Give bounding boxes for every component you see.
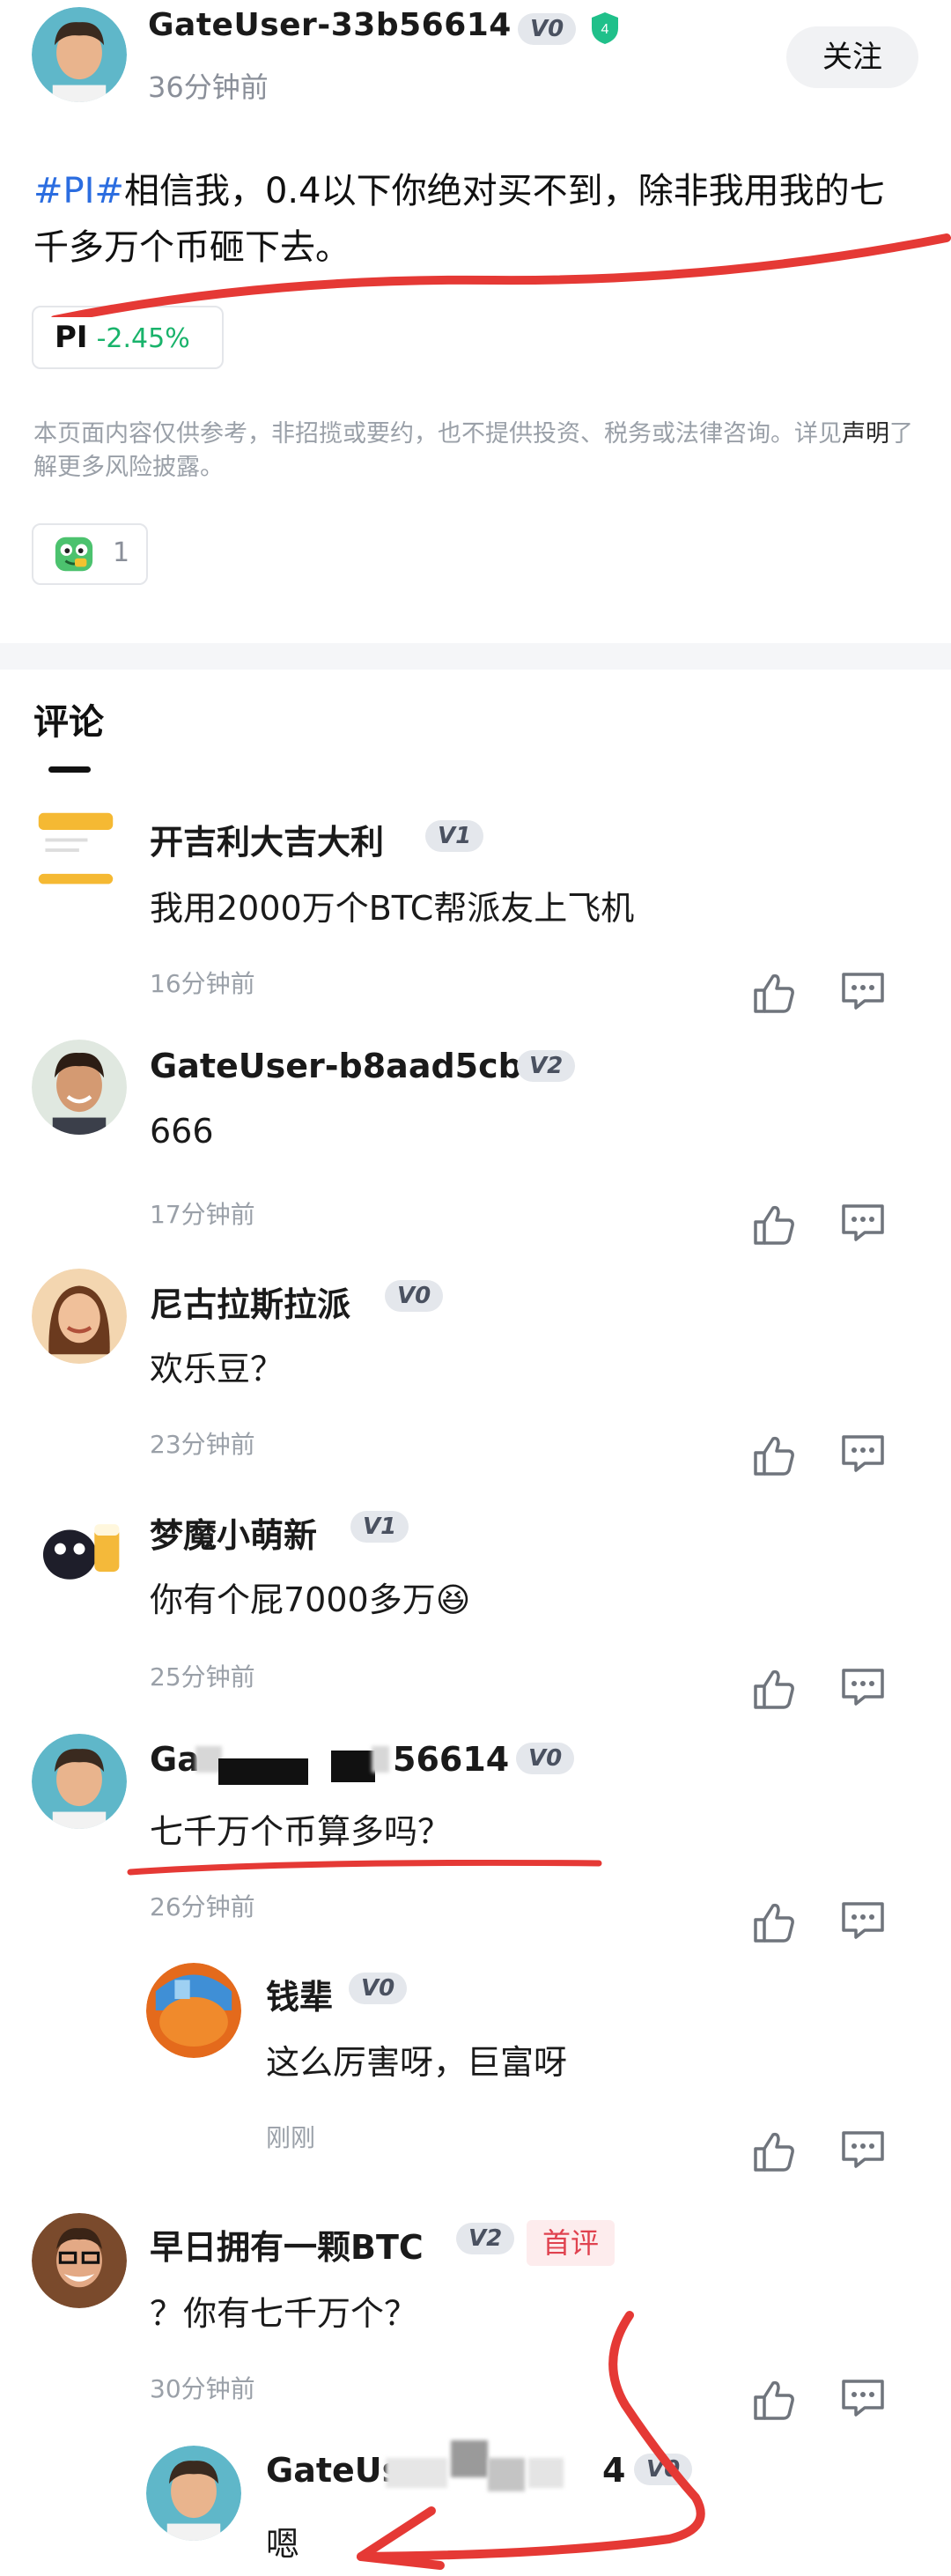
comment-avatar[interactable] (32, 1499, 127, 1595)
coin-change: -2.45% (96, 323, 190, 354)
comment-author-name-prefix[interactable]: Ga (150, 1740, 200, 1779)
comment-text: 欢乐豆？ (150, 1350, 284, 1388)
comment-icon[interactable] (838, 2124, 888, 2173)
comment-time: 30分钟前 (150, 2374, 255, 2403)
level-badge: V2 (456, 2223, 515, 2254)
post-author-name[interactable]: GateUser-33b56614 (148, 7, 512, 43)
redacted-bar (331, 1751, 375, 1782)
reaction-button[interactable]: 1 (32, 523, 148, 585)
thumbs-up-icon[interactable] (748, 2128, 798, 2177)
comment-avatar[interactable] (32, 1269, 127, 1364)
level-badge: V0 (349, 1973, 408, 2004)
comment-time: 16分钟前 (150, 969, 255, 998)
post-level-badge: V0 (518, 13, 577, 45)
comment-time: 23分钟前 (150, 1430, 255, 1459)
svg-text:4: 4 (601, 22, 609, 37)
disclaimer-link[interactable]: 声明 (842, 420, 889, 448)
comment-avatar[interactable] (33, 808, 118, 892)
reply-text: 这么厉害呀，巨富呀 (266, 2043, 568, 2082)
reply-time: 刚刚 (266, 2123, 316, 2152)
comment-text: 我用2000万个BTC帮派友上飞机 (150, 889, 635, 928)
red-underline-annotation (51, 233, 951, 317)
coin-symbol: PI (55, 320, 88, 355)
comment-text: 你有个屁7000多万😆 (150, 1573, 470, 1621)
reply-text: 嗯 (266, 2525, 300, 2564)
reply-avatar[interactable] (146, 2446, 241, 2541)
reaction-count: 1 (113, 537, 130, 568)
laughing-emoji-icon: 😆 (435, 1580, 471, 1619)
reply-author-name[interactable]: 钱辈 (266, 1970, 333, 2018)
hashtag-link[interactable]: #PI# (33, 171, 124, 211)
thumbs-up-icon[interactable] (748, 1899, 798, 1948)
redacted-blur (372, 1746, 389, 1773)
comments-section-title: 评论 (33, 702, 104, 743)
comment-icon[interactable] (838, 1662, 888, 1711)
post-time: 36分钟前 (148, 70, 269, 104)
comment-author-name[interactable]: 尼古拉斯拉派 (150, 1277, 350, 1326)
comment-avatar[interactable] (32, 2213, 127, 2308)
first-comment-tag: 首评 (527, 2220, 615, 2266)
level-badge: V0 (385, 1280, 444, 1312)
disclaimer-text: 本页面内容仅供参考，非招揽或要约，也不提供投资、税务或法律咨询。详见 (33, 420, 842, 448)
comment-author-name-suffix[interactable]: 56614 (393, 1740, 509, 1779)
comment-icon[interactable] (838, 966, 888, 1015)
comment-author-name[interactable]: 开吉利大吉大利 (150, 815, 384, 863)
follow-button[interactable]: 关注 (786, 26, 918, 88)
red-arrow-annotation (357, 2311, 705, 2570)
red-underline-annotation (127, 1859, 602, 1876)
section-divider (0, 643, 951, 670)
comment-author-name[interactable]: 早日拥有一颗BTC (150, 2220, 424, 2269)
level-badge: V0 (516, 1743, 575, 1774)
comment-icon[interactable] (838, 1197, 888, 1247)
thumbs-up-icon[interactable] (748, 2376, 798, 2425)
tab-indicator (48, 766, 91, 773)
thumbs-up-icon[interactable] (748, 969, 798, 1018)
author-avatar[interactable] (32, 7, 127, 102)
comment-icon[interactable] (838, 2372, 888, 2422)
level-badge: V1 (425, 820, 484, 852)
comment-icon[interactable] (838, 1895, 888, 1944)
comment-author-name[interactable]: 梦魔小萌新 (150, 1508, 317, 1557)
thumbs-up-icon[interactable] (748, 1432, 798, 1481)
disclaimer: 本页面内容仅供参考，非招揽或要约，也不提供投资、税务或法律咨询。详见声明了解更多… (33, 418, 923, 485)
frog-emoji-icon (55, 537, 93, 572)
comment-avatar[interactable] (32, 1040, 127, 1135)
comment-text: 666 (150, 1112, 214, 1151)
level-badge: V2 (517, 1050, 576, 1082)
shield-icon: 4 (590, 11, 620, 46)
comment-icon[interactable] (838, 1428, 888, 1477)
comment-author-name[interactable]: GateUser-b8aad5cb (150, 1047, 522, 1085)
comment-text-body: 你有个屁7000多万 (150, 1580, 436, 1619)
comment-time: 25分钟前 (150, 1662, 255, 1691)
reply-avatar[interactable] (146, 1963, 241, 2058)
comment-avatar[interactable] (32, 1734, 127, 1829)
comment-time: 17分钟前 (150, 1200, 255, 1229)
level-badge: V1 (350, 1511, 409, 1543)
redacted-bar (218, 1758, 308, 1785)
thumbs-up-icon[interactable] (748, 1665, 798, 1714)
thumbs-up-icon[interactable] (748, 1201, 798, 1250)
